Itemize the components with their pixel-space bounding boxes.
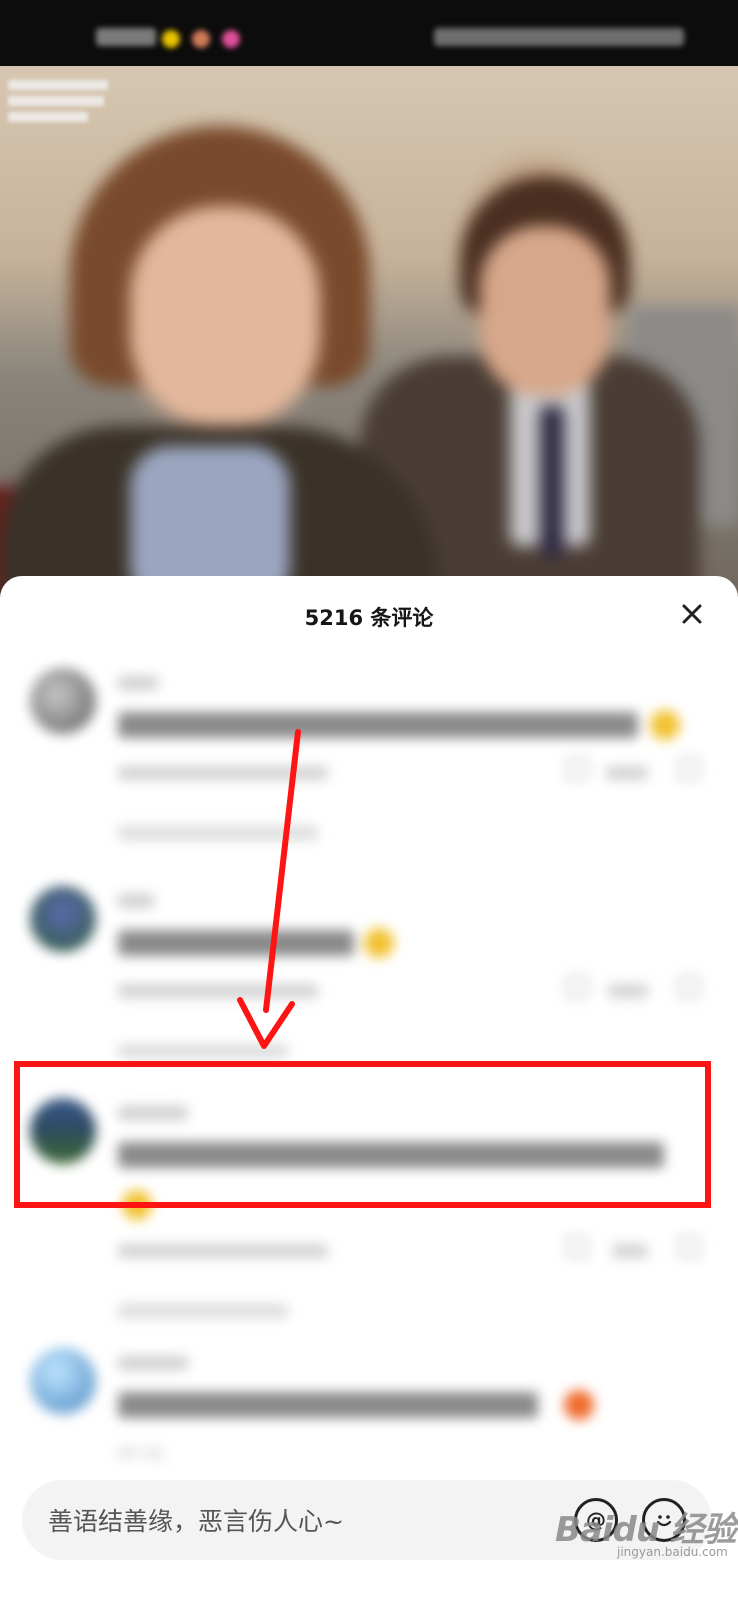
like-icon[interactable] <box>566 1236 588 1258</box>
dislike-icon[interactable] <box>678 1236 700 1258</box>
comment-item[interactable] <box>0 668 738 918</box>
notification-icon <box>192 30 210 48</box>
notification-icon <box>222 30 240 48</box>
avatar[interactable] <box>30 886 96 952</box>
status-time <box>96 28 156 46</box>
video-logo <box>8 80 118 130</box>
dislike-icon[interactable] <box>678 976 700 998</box>
avatar[interactable] <box>30 1348 96 1414</box>
like-icon[interactable] <box>566 758 588 780</box>
status-bar <box>0 0 738 66</box>
close-button[interactable] <box>674 596 710 632</box>
highlight-box <box>14 1061 711 1208</box>
status-indicators <box>434 28 684 46</box>
dislike-icon[interactable] <box>678 758 700 780</box>
comment-input[interactable]: 善语结善缘，恶言伤人心~ <box>48 1502 344 1538</box>
baidu-watermark: Baidu 经验 jingyan.baidu.com <box>555 1510 737 1559</box>
like-icon[interactable] <box>566 976 588 998</box>
avatar[interactable] <box>30 668 96 734</box>
comment-count-title: 5216 条评论 <box>304 606 434 630</box>
close-icon <box>682 604 702 624</box>
notification-icon <box>162 30 180 48</box>
video-player[interactable] <box>0 66 738 626</box>
